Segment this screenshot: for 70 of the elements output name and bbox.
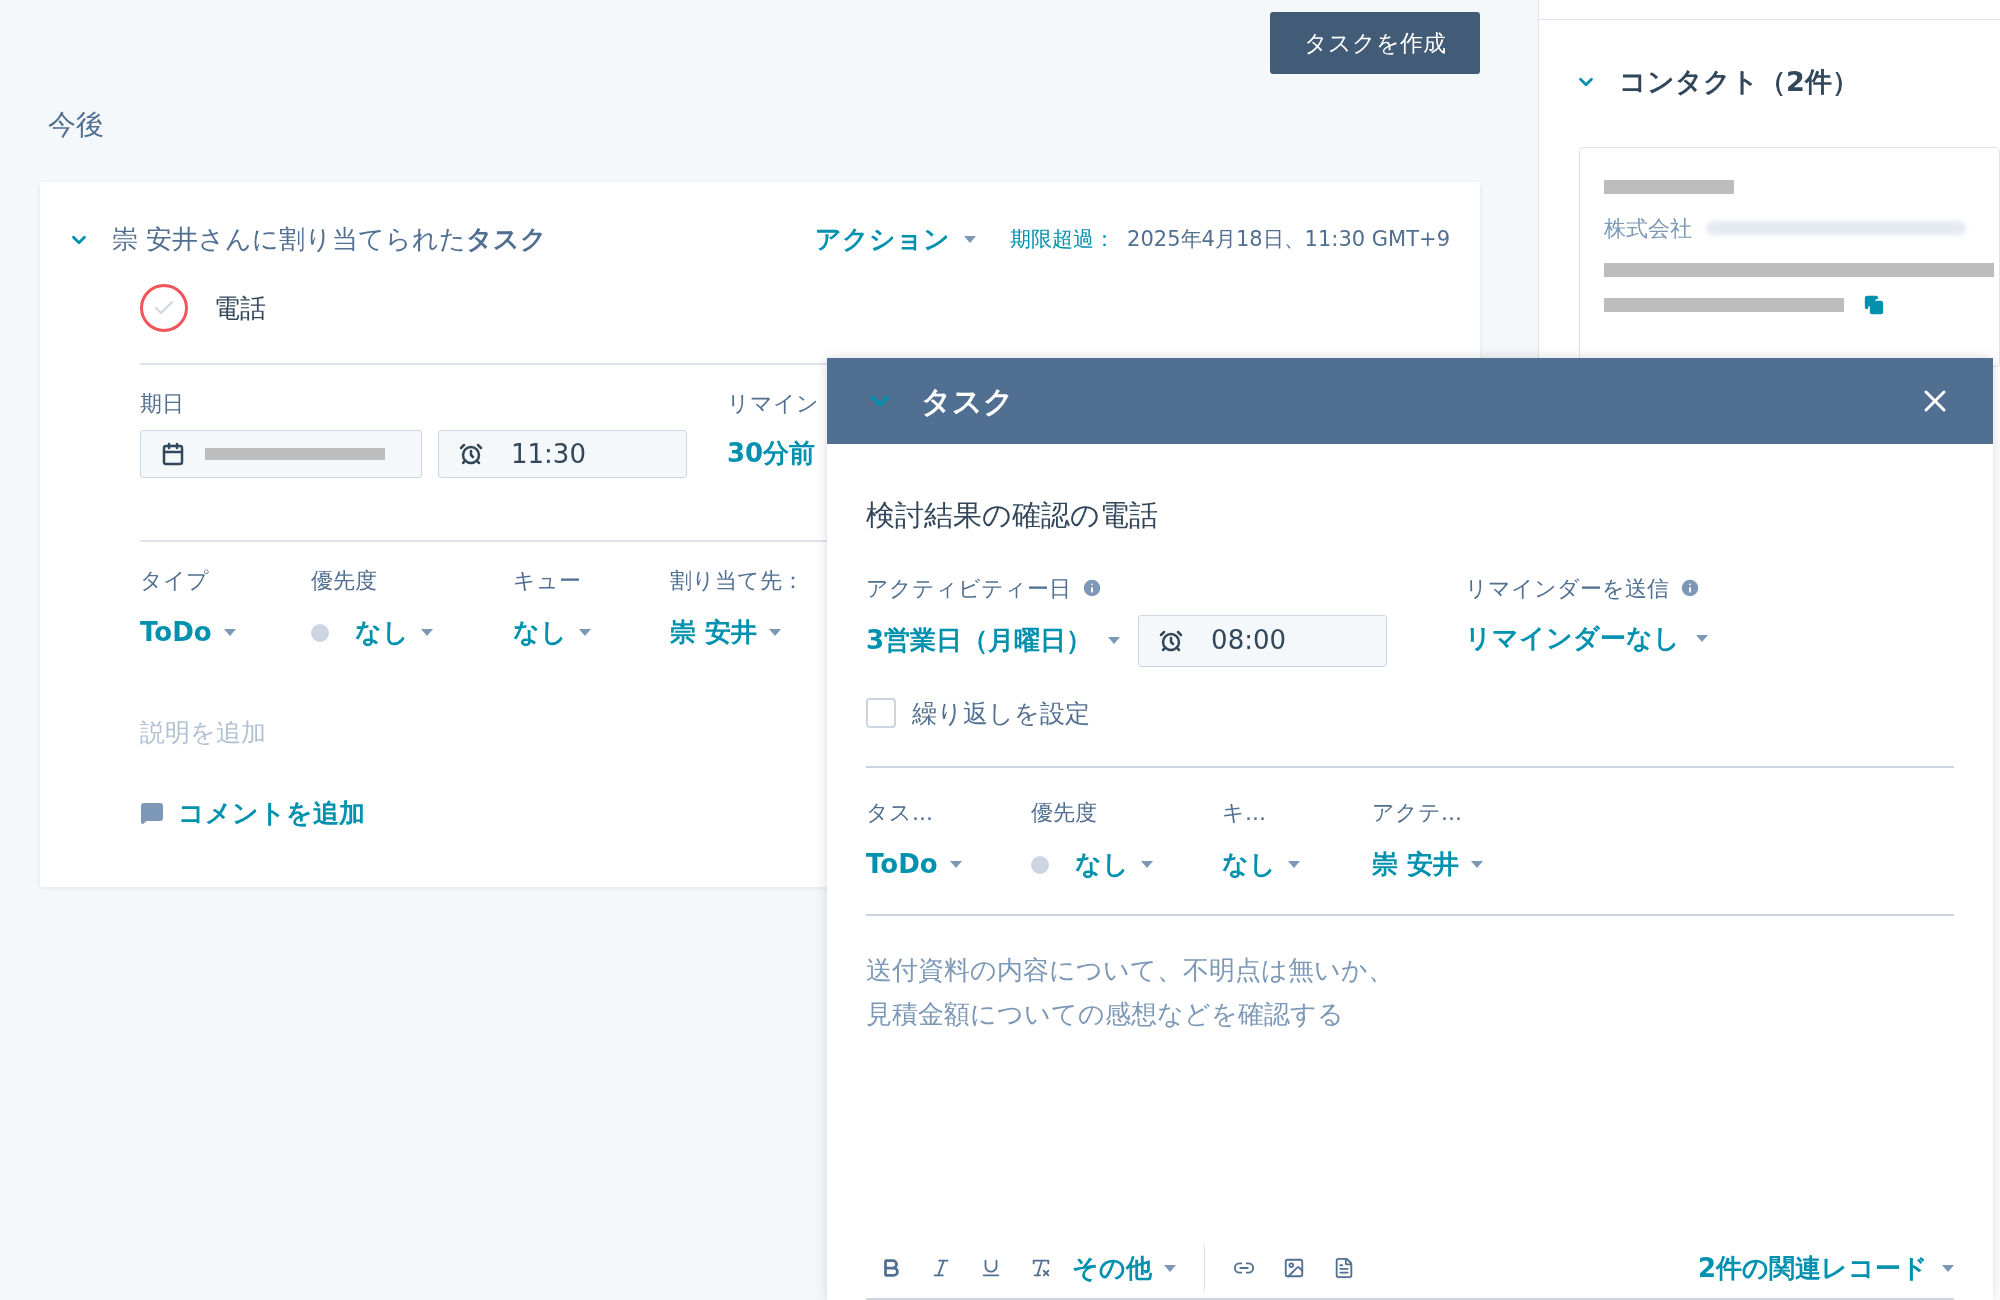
image-icon[interactable] (1283, 1257, 1305, 1279)
reminder-label: リマイン (727, 390, 819, 418)
caret-icon (1696, 634, 1708, 642)
field-label: 優先度 (311, 567, 378, 595)
field-label: タス... (866, 799, 934, 827)
field-label: 優先度 (1031, 799, 1098, 827)
add-comment-link[interactable]: コメントを追加 (140, 793, 365, 833)
dropdown[interactable]: ToDo (140, 613, 236, 652)
caret-icon (223, 629, 236, 636)
caret-icon (949, 861, 962, 868)
time-value: 11:30 (511, 437, 586, 471)
alarm-clock-icon (1159, 628, 1184, 653)
company-name: 株式会社 (1604, 214, 1692, 243)
copy-icon[interactable] (1864, 294, 1884, 315)
caret-icon (421, 629, 433, 636)
caret-icon (1288, 861, 1300, 868)
dropdown[interactable]: なし (1075, 845, 1153, 884)
related-records-dropdown[interactable]: 2件の関連レコード (1697, 1248, 1954, 1288)
field-label: キュー (513, 567, 582, 595)
field-label: リマインダーを送信 (1465, 574, 1669, 603)
caret-icon (1108, 637, 1121, 644)
task-heading: 崇 安井さんに割り当てられたタスク (112, 223, 548, 256)
dialog-title: タスク (921, 382, 1014, 421)
overdue-date: 2025年4月18日、11:30 GMT+9 (1127, 225, 1450, 253)
dropdown[interactable]: なし (355, 613, 433, 652)
field-label: アクティビティー日 (866, 574, 1071, 603)
complete-toggle[interactable] (140, 284, 188, 332)
dropdown[interactable]: 崇 安井 (1372, 845, 1484, 884)
caret-icon (1942, 1264, 1954, 1272)
time-value: 08:00 (1211, 624, 1287, 657)
create-task-button[interactable]: タスクを作成 (1270, 12, 1480, 74)
task-type: 電話 (214, 291, 266, 325)
caret-icon (579, 629, 591, 636)
field-label: キ... (1222, 799, 1267, 827)
caret-icon (1164, 1264, 1176, 1272)
dropdown[interactable]: なし (1222, 845, 1300, 884)
due-label: 期日 (140, 390, 184, 418)
underline-icon[interactable] (980, 1257, 1002, 1279)
info-icon[interactable] (1679, 577, 1701, 599)
document-icon[interactable] (1333, 1257, 1355, 1279)
time-field[interactable]: 08:00 (1138, 614, 1388, 667)
caret-icon (769, 629, 782, 636)
clear-format-icon[interactable] (1030, 1257, 1052, 1279)
caret-icon (1141, 861, 1153, 868)
dropdown[interactable]: なし (513, 613, 591, 652)
field-label: 割り当て先： (670, 567, 805, 595)
field-label: アクテ... (1372, 799, 1463, 827)
checkbox-label: 繰り返しを設定 (912, 697, 1090, 730)
info-icon[interactable] (1081, 577, 1103, 599)
alarm-clock-icon (459, 442, 483, 466)
time-field[interactable]: 11:30 (438, 430, 687, 478)
checkbox[interactable] (866, 698, 896, 729)
actions-dropdown[interactable]: アクション (815, 220, 977, 259)
more-dropdown[interactable]: その他 (1072, 1248, 1176, 1288)
reminder-dropdown[interactable]: 30分前 (727, 434, 816, 473)
comment-icon (140, 801, 164, 825)
caret-icon (1471, 861, 1484, 868)
date-field[interactable] (140, 430, 422, 478)
field-label: タイプ (140, 567, 210, 595)
dropdown[interactable]: 崇 安井 (670, 613, 782, 652)
calendar-icon (161, 442, 185, 466)
caret-icon (964, 236, 977, 243)
section-title: 今後 (48, 107, 104, 143)
reminder-dropdown[interactable]: リマインダーなし (1465, 618, 1708, 658)
description-text[interactable]: 送付資料の内容について、不明点は無いか、 見積金額についての感想などを確認する (866, 948, 1954, 1238)
overdue-label: 期限超過： (1010, 225, 1116, 253)
date-dropdown[interactable]: 3営業日（月曜日） (866, 621, 1121, 660)
contacts-heading: コンタクト（2件） (1619, 65, 1859, 99)
dropdown[interactable]: ToDo (866, 845, 962, 884)
task-subject[interactable]: 検討結果の確認の電話 (866, 494, 1158, 538)
